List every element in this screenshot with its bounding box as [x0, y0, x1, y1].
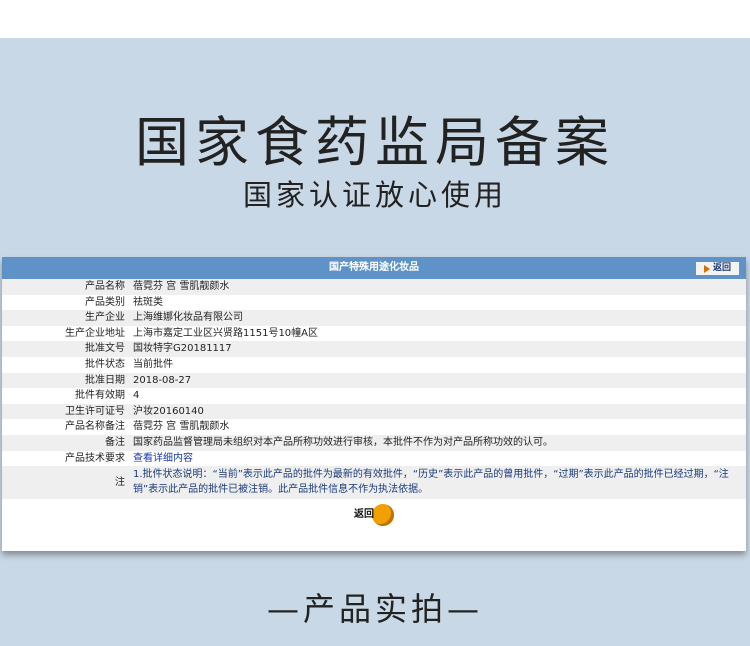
- row-label: 产品技术要求: [65, 452, 125, 464]
- row-label: 产品名称备注: [65, 421, 125, 433]
- row-label: 注: [115, 477, 125, 489]
- subheadline: 国家认证放心使用: [242, 178, 507, 212]
- table-row: 批件有效期 4: [2, 388, 746, 404]
- registration-panel: 国产特殊用途化妆品 返回 产品名称 蓓霓芬 宫 雪肌靓颜水 产品类别 祛斑类 生…: [2, 257, 746, 551]
- row-label: 批准日期: [85, 374, 125, 386]
- info-table: 产品名称 蓓霓芬 宫 雪肌靓颜水 产品类别 祛斑类 生产企业 上海维娜化妆品有限…: [2, 279, 746, 500]
- row-label: 生产企业: [85, 312, 125, 324]
- headline: 国家食药监局备案: [135, 111, 615, 174]
- row-value: 国家药品监督管理局未组织对本产品所称功效进行审核，本批件不作为对产品所称功效的认…: [133, 436, 553, 448]
- table-row: 注 1.批件状态说明：“当前”表示此产品的批件为最新的有效批件，“历史”表示此产…: [2, 466, 746, 500]
- footer-caption: —产品实拍—: [266, 590, 483, 628]
- row-label: 产品名称: [85, 281, 125, 292]
- table-row: 生产企业地址 上海市嘉定工业区兴贤路1151号10幢A区: [2, 325, 746, 342]
- row-label: 批准文号: [85, 343, 125, 355]
- table-row: 批件状态 当前批件: [2, 356, 746, 373]
- row-value: 国妆特字G20181117: [133, 343, 232, 355]
- view-details-link[interactable]: 查看详细内容: [133, 453, 193, 464]
- row-label: 卫生许可证号: [65, 405, 125, 417]
- table-row: 批准日期 2018-08-27: [2, 372, 746, 389]
- row-label: 批件有效期: [75, 390, 125, 402]
- row-value: 4: [133, 390, 140, 402]
- panel-header: 国产特殊用途化妆品 返回: [2, 257, 746, 279]
- row-value: 祛斑类: [133, 296, 163, 308]
- row-value: 沪妆20160140: [133, 405, 204, 417]
- back-button-top[interactable]: 返回: [695, 261, 740, 276]
- table-row: 产品类别 祛斑类: [2, 294, 746, 311]
- circle-icon: [372, 504, 394, 526]
- back-button-top-label: 返回: [712, 263, 731, 273]
- row-value: 蓓霓芬 宫 雪肌靓颜水: [133, 421, 230, 433]
- row-value: 当前批件: [133, 358, 173, 370]
- table-row: 批准文号 国妆特字G20181117: [2, 341, 746, 357]
- row-label: 批件状态: [85, 358, 125, 370]
- row-label: 产品类别: [85, 296, 125, 308]
- back-button-bottom-label: 返回: [354, 509, 374, 520]
- table-row: 生产企业 上海维娜化妆品有限公司: [2, 310, 746, 326]
- row-value: 1.批件状态说明：“当前”表示此产品的批件为最新的有效批件，“历史”表示此产品的…: [133, 469, 729, 496]
- table-row: 产品技术要求 查看详细内容: [2, 450, 746, 467]
- row-value: 上海维娜化妆品有限公司: [133, 312, 243, 324]
- table-row: 备注 国家药品监督管理局未组织对本产品所称功效进行审核，本批件不作为对产品所称功…: [2, 434, 746, 451]
- row-value: 上海市嘉定工业区兴贤路1151号10幢A区: [133, 327, 319, 339]
- table-row: 产品名称 蓓霓芬 宫 雪肌靓颜水: [2, 279, 746, 295]
- row-value: 蓓霓芬 宫 雪肌靓颜水: [133, 281, 230, 292]
- back-button-bottom[interactable]: 返回: [354, 504, 394, 526]
- row-label: 生产企业地址: [65, 327, 125, 339]
- table-row: 产品名称备注 蓓霓芬 宫 雪肌靓颜水: [2, 419, 746, 435]
- table-row: 卫生许可证号 沪妆20160140: [2, 403, 746, 420]
- row-label: 备注: [105, 436, 125, 448]
- row-value: 2018-08-27: [133, 374, 192, 386]
- panel-title: 国产特殊用途化妆品: [329, 262, 419, 273]
- arrow-right-icon: [703, 264, 710, 273]
